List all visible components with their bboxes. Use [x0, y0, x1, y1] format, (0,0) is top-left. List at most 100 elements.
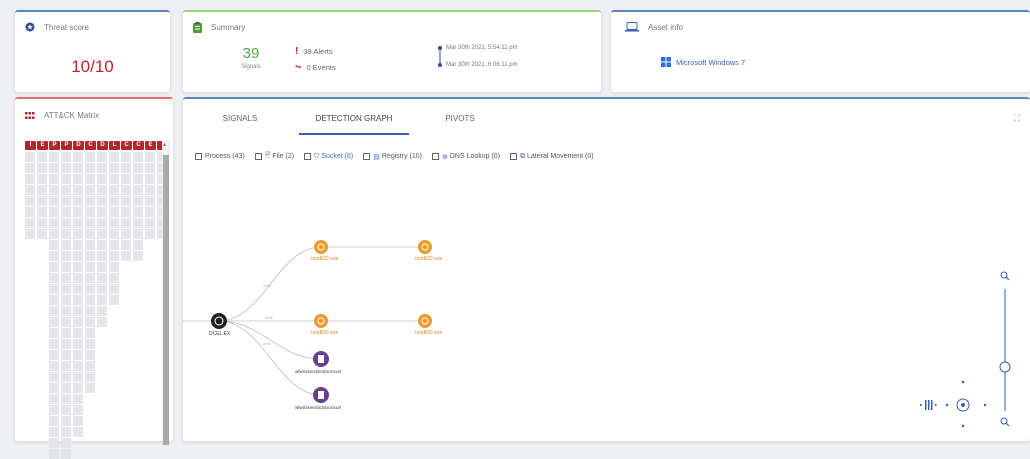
technique-cell[interactable]: [109, 262, 119, 272]
technique-cell[interactable]: [49, 438, 59, 448]
technique-cell[interactable]: [121, 163, 131, 173]
technique-cell[interactable]: [85, 196, 95, 206]
tactic-header[interactable]: C: [121, 141, 132, 150]
technique-cell[interactable]: [85, 328, 95, 338]
technique-cell[interactable]: [85, 306, 95, 316]
technique-cell[interactable]: [85, 218, 95, 228]
technique-cell[interactable]: [133, 229, 143, 239]
technique-cell[interactable]: [109, 218, 119, 228]
technique-cell[interactable]: [61, 405, 71, 415]
technique-cell[interactable]: [61, 262, 71, 272]
zoom-slider-handle[interactable]: [999, 361, 1011, 373]
technique-cell[interactable]: [97, 218, 107, 228]
zoom-in-icon[interactable]: [1000, 271, 1010, 281]
technique-cell[interactable]: [109, 196, 119, 206]
technique-cell[interactable]: [97, 284, 107, 294]
technique-cell[interactable]: [97, 262, 107, 272]
matrix-scroll-thumb[interactable]: [163, 155, 169, 445]
technique-cell[interactable]: [49, 328, 59, 338]
technique-cell[interactable]: [97, 251, 107, 261]
technique-cell[interactable]: [73, 218, 83, 228]
technique-cell[interactable]: [49, 427, 59, 437]
technique-cell[interactable]: [49, 317, 59, 327]
technique-cell[interactable]: [145, 207, 155, 217]
technique-cell[interactable]: [109, 174, 119, 184]
graph-node-process[interactable]: rundll32.exe: [415, 240, 442, 262]
technique-cell[interactable]: [49, 372, 59, 382]
technique-cell[interactable]: [73, 152, 83, 162]
technique-cell[interactable]: [97, 295, 107, 305]
technique-cell[interactable]: [109, 185, 119, 195]
technique-cell[interactable]: [37, 218, 47, 228]
technique-cell[interactable]: [73, 229, 83, 239]
technique-cell[interactable]: [73, 251, 83, 261]
technique-cell[interactable]: [61, 174, 71, 184]
technique-cell[interactable]: [73, 317, 83, 327]
layout-grid-icon[interactable]: [920, 400, 937, 410]
technique-cell[interactable]: [61, 449, 71, 459]
technique-cell[interactable]: [133, 163, 143, 173]
technique-cell[interactable]: [85, 339, 95, 349]
technique-cell[interactable]: [97, 196, 107, 206]
technique-cell[interactable]: [49, 218, 59, 228]
technique-cell[interactable]: [61, 394, 71, 404]
technique-cell[interactable]: [73, 427, 83, 437]
tactic-header[interactable]: D: [97, 141, 108, 150]
technique-cell[interactable]: [73, 394, 83, 404]
technique-cell[interactable]: [25, 152, 35, 162]
technique-cell[interactable]: [37, 207, 47, 217]
technique-cell[interactable]: [37, 229, 47, 239]
tactic-header[interactable]: E: [145, 141, 156, 150]
technique-cell[interactable]: [109, 251, 119, 261]
technique-cell[interactable]: [25, 218, 35, 228]
technique-cell[interactable]: [121, 196, 131, 206]
technique-cell[interactable]: [37, 185, 47, 195]
technique-cell[interactable]: [109, 240, 119, 250]
technique-cell[interactable]: [145, 152, 155, 162]
technique-cell[interactable]: [25, 185, 35, 195]
technique-cell[interactable]: [121, 174, 131, 184]
tactic-header[interactable]: I: [25, 141, 36, 150]
technique-cell[interactable]: [49, 240, 59, 250]
technique-cell[interactable]: [109, 163, 119, 173]
technique-cell[interactable]: [61, 196, 71, 206]
technique-cell[interactable]: [133, 207, 143, 217]
technique-cell[interactable]: [61, 218, 71, 228]
technique-cell[interactable]: [133, 240, 143, 250]
technique-cell[interactable]: [85, 383, 95, 393]
technique-cell[interactable]: [145, 174, 155, 184]
technique-cell[interactable]: [25, 163, 35, 173]
technique-cell[interactable]: [73, 328, 83, 338]
graph-node-process[interactable]: rundll32.exe: [415, 314, 442, 336]
technique-cell[interactable]: [61, 240, 71, 250]
tactic-header[interactable]: L: [109, 141, 120, 150]
technique-cell[interactable]: [73, 262, 83, 272]
technique-cell[interactable]: [61, 361, 71, 371]
technique-cell[interactable]: [121, 218, 131, 228]
technique-cell[interactable]: [49, 295, 59, 305]
technique-cell[interactable]: [73, 185, 83, 195]
tactic-header[interactable]: P: [61, 141, 72, 150]
pan-down-icon[interactable]: [961, 424, 965, 428]
technique-cell[interactable]: [61, 350, 71, 360]
technique-cell[interactable]: [37, 196, 47, 206]
technique-cell[interactable]: [145, 163, 155, 173]
technique-cell[interactable]: [61, 185, 71, 195]
technique-cell[interactable]: [37, 152, 47, 162]
technique-cell[interactable]: [49, 405, 59, 415]
technique-cell[interactable]: [73, 284, 83, 294]
zoom-out-icon[interactable]: [1000, 417, 1010, 427]
technique-cell[interactable]: [121, 185, 131, 195]
graph-node-root[interactable]: DCEL.EX: [209, 313, 231, 337]
pan-right-icon[interactable]: [983, 403, 987, 407]
technique-cell[interactable]: [61, 273, 71, 283]
technique-cell[interactable]: [73, 350, 83, 360]
technique-cell[interactable]: [97, 174, 107, 184]
pan-left-icon[interactable]: [945, 403, 949, 407]
technique-cell[interactable]: [49, 339, 59, 349]
technique-cell[interactable]: [49, 152, 59, 162]
technique-cell[interactable]: [133, 185, 143, 195]
technique-cell[interactable]: [49, 306, 59, 316]
technique-cell[interactable]: [49, 229, 59, 239]
technique-cell[interactable]: [61, 163, 71, 173]
